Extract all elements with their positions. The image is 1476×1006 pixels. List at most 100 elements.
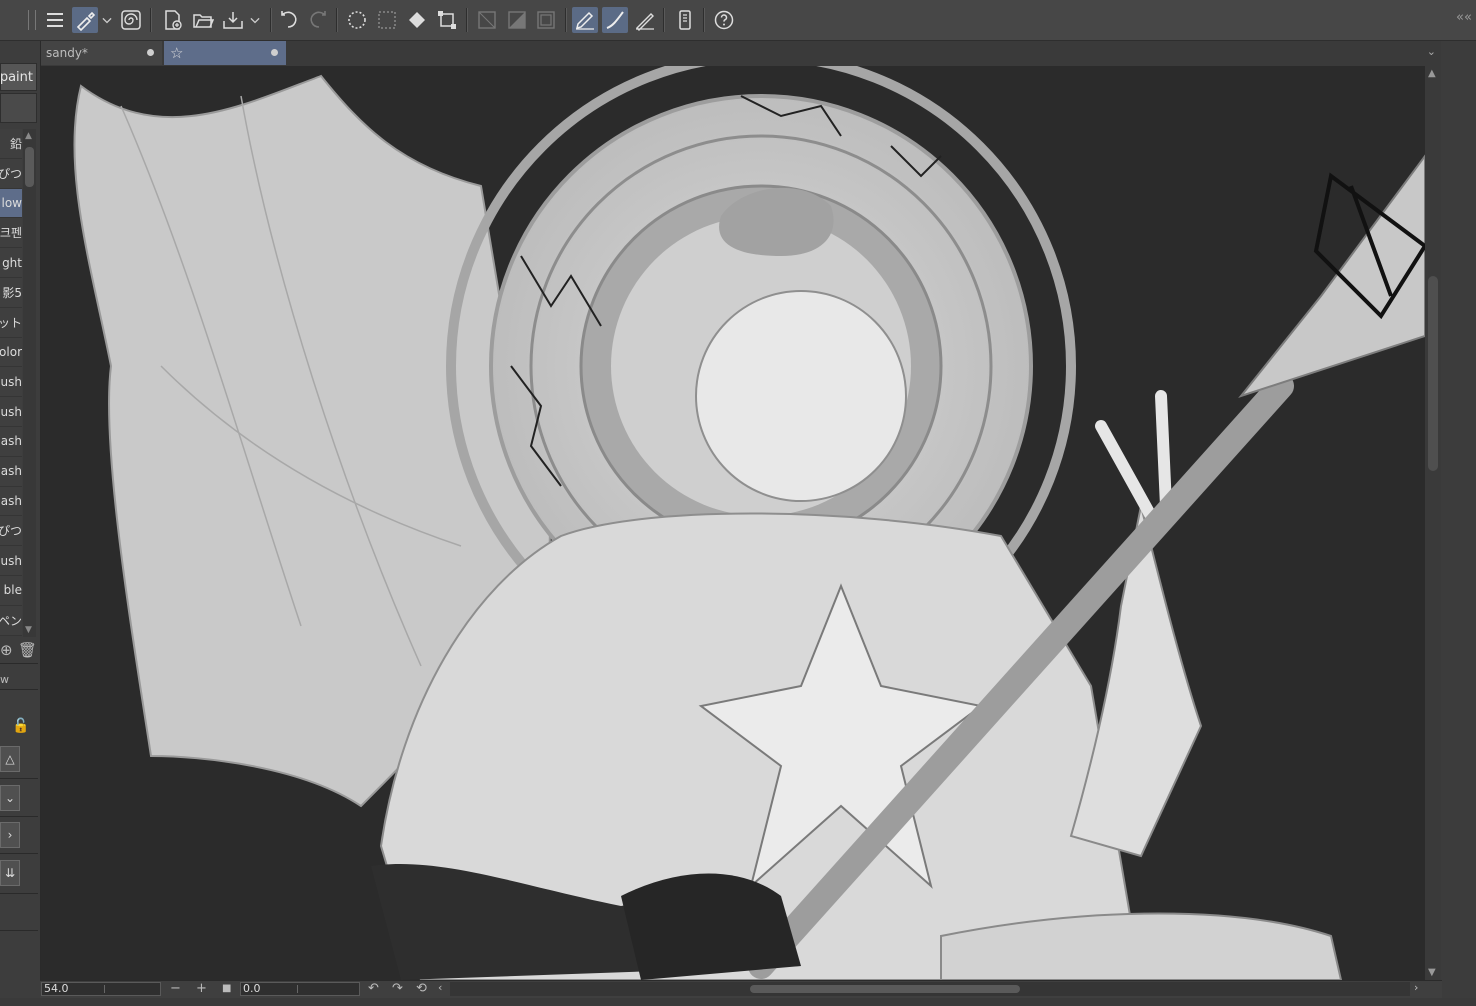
tab-list-dropdown-icon[interactable]: ⌄: [1427, 45, 1436, 58]
separator: [663, 8, 665, 32]
fit-icon[interactable]: ■: [222, 983, 231, 994]
dropdown-icon[interactable]: [246, 7, 264, 33]
stroke-icon[interactable]: [602, 7, 628, 33]
brush-item[interactable]: ぴつ: [0, 158, 22, 189]
scroll-up-icon[interactable]: ▲: [25, 131, 32, 141]
pen-pressure-icon[interactable]: [572, 7, 598, 33]
toolbar-grip[interactable]: [28, 10, 36, 30]
collapse-panel-icon[interactable]: « «: [1456, 10, 1472, 25]
tab-sandy[interactable]: sandy*: [40, 41, 162, 65]
divider: [0, 893, 38, 894]
divider: [0, 778, 38, 779]
gradient-icon[interactable]: [504, 7, 530, 33]
brush-item[interactable]: ぴつ: [0, 516, 22, 547]
separator: [336, 8, 338, 32]
brush-item[interactable]: ble: [0, 575, 22, 606]
paint-label: paint: [0, 69, 33, 85]
panel-title: w: [0, 673, 9, 686]
separator: [466, 8, 468, 32]
rotate-right-icon[interactable]: ↷: [392, 981, 403, 996]
trash-icon[interactable]: 🗑: [18, 641, 37, 659]
canvas-horizontal-scrollbar[interactable]: [450, 982, 1410, 996]
undo-icon[interactable]: [276, 7, 302, 33]
brush-item[interactable]: 크펜: [0, 218, 22, 249]
open-folder-icon[interactable]: [190, 7, 216, 33]
brush-item[interactable]: ush: [0, 397, 22, 427]
brush-item[interactable]: ash: [0, 456, 22, 487]
divider: [0, 663, 38, 664]
ruler-icon[interactable]: [632, 7, 658, 33]
canvas-status-bar: 54.0 − + ■ 0.0 ↶ ↷ ⟲ ‹ ›: [40, 980, 1442, 999]
double-chevron-down-icon[interactable]: ⇊: [0, 860, 20, 886]
chevron-down-icon[interactable]: ⌄: [0, 785, 20, 811]
brush-item[interactable]: ash: [0, 486, 22, 517]
brush-item[interactable]: ght: [0, 248, 22, 278]
brush-item[interactable]: 鉛: [0, 129, 22, 159]
brush-tool-icon[interactable]: [72, 7, 98, 33]
brush-item[interactable]: ット: [0, 307, 22, 338]
scroll-down-icon[interactable]: ▼: [1428, 967, 1436, 978]
duplicate-icon[interactable]: ⊕: [0, 641, 13, 659]
brush-item[interactable]: ash: [0, 426, 22, 457]
help-icon[interactable]: [711, 7, 737, 33]
fill-icon[interactable]: [404, 7, 430, 33]
frame-icon[interactable]: [533, 7, 559, 33]
rotate-field[interactable]: 0.0: [240, 982, 360, 996]
zoom-in-icon[interactable]: +: [196, 981, 207, 996]
sub-tool-panel: paint 鉛ぴつ low 크펜 ght 影5 ット olor ush ush ash ash ash…: [0, 41, 41, 1006]
save-export-icon[interactable]: [220, 7, 246, 33]
new-file-icon[interactable]: [160, 7, 186, 33]
scroll-left-icon[interactable]: ‹: [438, 981, 442, 994]
sub-tool-group[interactable]: [0, 93, 37, 123]
redo-icon[interactable]: [305, 7, 331, 33]
lock-icon[interactable]: 🔓: [12, 718, 29, 734]
bottom-bar: [0, 998, 1476, 1006]
scroll-down-icon[interactable]: ▼: [25, 625, 32, 635]
unsaved-dot-icon[interactable]: [147, 49, 154, 56]
brush-item[interactable]: ush: [0, 367, 22, 398]
brush-item[interactable]: 影5: [0, 277, 22, 308]
sub-tool-actions: ⊕ 🗑: [0, 641, 38, 661]
unsaved-dot-icon[interactable]: [271, 49, 278, 56]
scroll-right-icon[interactable]: ›: [1414, 981, 1418, 994]
tab-star[interactable]: ☆: [164, 41, 286, 65]
transform-icon[interactable]: [434, 7, 460, 33]
brush-item[interactable]: low: [0, 188, 22, 219]
brush-list: 鉛ぴつ low 크펜 ght 影5 ット olor ush ush ash ash ash ぴつ ush b…: [0, 129, 22, 637]
hatch-icon[interactable]: [474, 7, 500, 33]
tab-label: sandy*: [46, 46, 88, 60]
triangle-icon[interactable]: △: [0, 746, 20, 772]
document-tabbar: sandy* ☆ ⌄: [40, 41, 1442, 65]
rotate-slider[interactable]: [297, 985, 358, 993]
brush-item[interactable]: ペン: [0, 605, 22, 636]
dropdown-icon[interactable]: [98, 7, 116, 33]
canvas-vertical-scrollbar[interactable]: ▲ ▼: [1425, 66, 1441, 980]
scroll-up-icon[interactable]: ▲: [1428, 68, 1436, 79]
scrollbar-thumb[interactable]: [25, 147, 34, 187]
divider: [0, 930, 38, 931]
rotate-left-icon[interactable]: ↶: [368, 981, 379, 996]
chevron-right-icon[interactable]: ›: [0, 822, 20, 848]
artwork: [73, 66, 1425, 980]
spiral-icon[interactable]: [118, 7, 144, 33]
zoom-out-icon[interactable]: −: [170, 981, 181, 996]
deselect-icon[interactable]: [374, 7, 400, 33]
tab-label: ☆: [170, 44, 184, 62]
brush-item[interactable]: ush: [0, 546, 22, 576]
select-all-icon[interactable]: [344, 7, 370, 33]
reset-rotation-icon[interactable]: ⟲: [416, 981, 427, 996]
zoom-field[interactable]: 54.0: [41, 982, 161, 996]
drawing-canvas[interactable]: [41, 66, 1425, 980]
divider: [0, 689, 38, 690]
divider: [0, 853, 38, 854]
scrollbar-thumb[interactable]: [750, 985, 1020, 993]
scrollbar-thumb[interactable]: [1428, 276, 1438, 471]
zoom-slider[interactable]: [104, 985, 161, 993]
device-icon[interactable]: [672, 7, 698, 33]
menu-icon[interactable]: [42, 7, 68, 33]
paint-tool-button[interactable]: paint: [0, 63, 37, 91]
separator: [270, 8, 272, 32]
brush-item[interactable]: olor: [0, 337, 22, 368]
brush-list-scrollbar[interactable]: ▲ ▼: [23, 129, 36, 637]
right-panel-strip: [1441, 41, 1476, 1006]
